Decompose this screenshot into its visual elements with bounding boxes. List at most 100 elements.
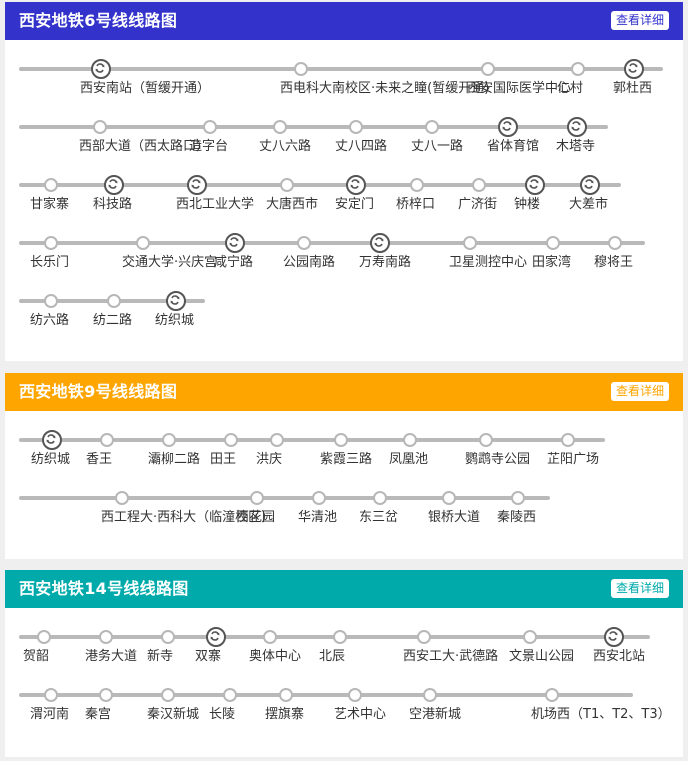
station-label[interactable]: 丈八四路 bbox=[335, 135, 387, 154]
station-label[interactable]: 西安南站（暂缓开通） bbox=[80, 77, 210, 96]
station-label[interactable]: 洪庆 bbox=[256, 448, 282, 467]
station-label[interactable]: 凤凰池 bbox=[389, 448, 428, 467]
station-label[interactable]: 西安工大·武德路 bbox=[403, 645, 498, 664]
station-label[interactable]: 西安北站 bbox=[593, 645, 645, 664]
station-dot-icon bbox=[348, 688, 362, 702]
station-label[interactable]: 木塔寺 bbox=[556, 135, 595, 154]
station-dot-icon bbox=[349, 120, 363, 134]
station-dot-icon bbox=[99, 688, 113, 702]
transfer-station-icon bbox=[624, 59, 644, 79]
station-label[interactable]: 北辰 bbox=[319, 645, 345, 664]
line-title: 西安地铁6号线线路图 bbox=[19, 11, 178, 30]
station-label[interactable]: 卫星测控中心 bbox=[449, 251, 527, 270]
station-dot-icon bbox=[479, 433, 493, 447]
station-label[interactable]: 西电科大南校区·未来之瞳(暂缓开通) bbox=[280, 77, 489, 96]
line-title: 西安地铁14号线线路图 bbox=[19, 579, 189, 598]
station-label[interactable]: 秦宫 bbox=[85, 703, 111, 722]
station-row: 西部大道（西太路口） 造字台 丈八六路 丈八四路 丈八一路 省体育馆 木塔寺 bbox=[5, 117, 683, 158]
station-label[interactable]: 大差市 bbox=[569, 193, 608, 212]
station-label[interactable]: 纺织城 bbox=[155, 309, 194, 328]
station-label[interactable]: 田王 bbox=[210, 448, 236, 467]
station-label[interactable]: 科技路 bbox=[93, 193, 132, 212]
station-label[interactable]: 纺二路 bbox=[93, 309, 132, 328]
station-label[interactable]: 穆将王 bbox=[594, 251, 633, 270]
station-label[interactable]: 贺韶 bbox=[23, 645, 49, 664]
station-label[interactable]: 公园南路 bbox=[283, 251, 335, 270]
station-dot-icon bbox=[224, 433, 238, 447]
station-label[interactable]: 丈八一路 bbox=[411, 135, 463, 154]
station-label[interactable]: 银桥大道 bbox=[428, 506, 480, 525]
station-label[interactable]: 芷阳广场 bbox=[547, 448, 599, 467]
transfer-station-icon bbox=[104, 175, 124, 195]
station-label[interactable]: 文景山公园 bbox=[509, 645, 574, 664]
station-label[interactable]: 造字台 bbox=[189, 135, 228, 154]
transfer-station-icon bbox=[187, 175, 207, 195]
station-label[interactable]: 长陵 bbox=[209, 703, 235, 722]
station-dot-icon bbox=[44, 688, 58, 702]
station-label[interactable]: 双寨 bbox=[195, 645, 221, 664]
station-label[interactable]: 万寿南路 bbox=[359, 251, 411, 270]
station-dot-icon bbox=[203, 120, 217, 134]
station-dot-icon bbox=[44, 178, 58, 192]
transfer-station-icon bbox=[604, 627, 624, 647]
line-card-header: 西安地铁9号线线路图 查看详细 bbox=[5, 373, 683, 411]
station-label[interactable]: 紫霞三路 bbox=[320, 448, 372, 467]
station-label[interactable]: 机场西（T1、T2、T3） bbox=[531, 703, 671, 722]
station-row: 西工程大·西科大（临潼校区） 西花园 华清池 东三岔 银桥大道 秦陵西 bbox=[5, 489, 683, 529]
station-label[interactable]: 秦汉新城 bbox=[147, 703, 199, 722]
transfer-station-icon bbox=[580, 175, 600, 195]
station-label[interactable]: 郭杜西 bbox=[613, 77, 652, 96]
station-label[interactable]: 广济街 bbox=[458, 193, 497, 212]
station-label[interactable]: 东三岔 bbox=[359, 506, 398, 525]
route-track bbox=[19, 496, 550, 500]
view-details-button[interactable]: 查看详细 bbox=[610, 11, 669, 30]
station-label[interactable]: 西花园 bbox=[236, 506, 275, 525]
station-label[interactable]: 田家湾 bbox=[532, 251, 571, 270]
station-label[interactable]: 长乐门 bbox=[30, 251, 69, 270]
station-label[interactable]: 奥体中心 bbox=[249, 645, 301, 664]
station-label[interactable]: 西安国际医学中心 bbox=[467, 77, 571, 96]
station-label[interactable]: 香王 bbox=[86, 448, 112, 467]
station-dot-icon bbox=[279, 688, 293, 702]
station-dot-icon bbox=[93, 120, 107, 134]
station-dot-icon bbox=[37, 630, 51, 644]
station-label[interactable]: 艺术中心 bbox=[334, 703, 386, 722]
station-label[interactable]: 鹦鹉寺公园 bbox=[465, 448, 530, 467]
station-label[interactable]: 丈八六路 bbox=[259, 135, 311, 154]
station-dot-icon bbox=[162, 433, 176, 447]
line-card: 西安地铁9号线线路图 查看详细纺织城 香王 灞柳二路 田王 洪庆 紫霞三路 凤凰池 鹦鹉寺公园芷… bbox=[5, 373, 683, 559]
station-label[interactable]: 安定门 bbox=[335, 193, 374, 212]
transfer-station-icon bbox=[525, 175, 545, 195]
station-dot-icon bbox=[270, 433, 284, 447]
station-dot-icon bbox=[263, 630, 277, 644]
station-label[interactable]: 空港新城 bbox=[409, 703, 461, 722]
station-label[interactable]: 交通大学·兴庆宫 bbox=[122, 251, 217, 270]
station-label[interactable]: 纺六路 bbox=[30, 309, 69, 328]
station-label[interactable]: 纺织城 bbox=[31, 448, 70, 467]
station-label[interactable]: 钟楼 bbox=[514, 193, 540, 212]
line-card-header: 西安地铁6号线线路图 查看详细 bbox=[5, 2, 683, 40]
station-label[interactable]: 省体育馆 bbox=[487, 135, 539, 154]
station-dot-icon bbox=[561, 433, 575, 447]
station-label[interactable]: 仁村 bbox=[557, 77, 583, 96]
station-label[interactable]: 渭河南 bbox=[30, 703, 69, 722]
station-dot-icon bbox=[423, 688, 437, 702]
transfer-station-icon bbox=[370, 233, 390, 253]
station-label[interactable]: 摆旗寨 bbox=[265, 703, 304, 722]
view-details-button[interactable]: 查看详细 bbox=[610, 579, 669, 598]
station-label[interactable]: 甘家寨 bbox=[30, 193, 69, 212]
station-label[interactable]: 咸宁路 bbox=[214, 251, 253, 270]
station-dot-icon bbox=[417, 630, 431, 644]
station-dot-icon bbox=[425, 120, 439, 134]
view-details-button[interactable]: 查看详细 bbox=[610, 382, 669, 401]
station-label[interactable]: 大唐西市 bbox=[266, 193, 318, 212]
station-dot-icon bbox=[161, 688, 175, 702]
station-dot-icon bbox=[463, 236, 477, 250]
station-label[interactable]: 桥梓口 bbox=[396, 193, 435, 212]
station-label[interactable]: 新寺 bbox=[147, 645, 173, 664]
station-label[interactable]: 西北工业大学 bbox=[176, 193, 254, 212]
station-label[interactable]: 港务大道 bbox=[85, 645, 137, 664]
station-label[interactable]: 灞柳二路 bbox=[148, 448, 200, 467]
station-label[interactable]: 秦陵西 bbox=[497, 506, 536, 525]
station-label[interactable]: 华清池 bbox=[298, 506, 337, 525]
